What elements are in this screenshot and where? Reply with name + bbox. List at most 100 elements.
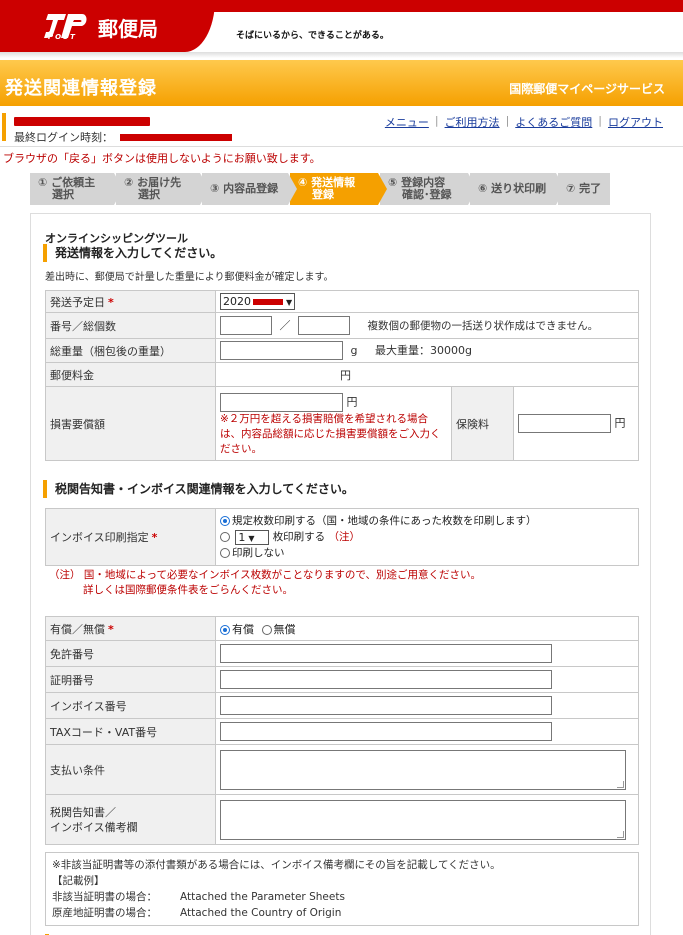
invoice-print-cell: 規定枚数印刷する（国・地域の条件にあった枚数を印刷します） 1 ▼ 枚印刷する （…: [215, 508, 639, 566]
invoice-caution-line2: 詳しくは国際郵便条件表をごらんください。: [83, 584, 293, 596]
example-intro: ※非該当証明書等の添付書類がある場合には、インボイス備考欄にその旨を記載してくだ…: [52, 859, 501, 871]
step-label-sub: 確認･登録: [402, 188, 452, 201]
shipping-description: 差出時に、郵便局で計量した重量により郵便料金が確定します。: [45, 272, 334, 283]
cert-cell: [215, 666, 639, 693]
damage-unit: 円: [346, 395, 358, 408]
top-nav-links: メニュー | ご利用方法 | よくあるご質問 | ログアウト: [379, 114, 669, 130]
form-panel: オンラインシッピングツール 発送情報を入力してください。 差出時に、郵便局で計量…: [30, 213, 651, 935]
logo-name: 郵便局: [98, 17, 158, 41]
ship-date-select[interactable]: 2020 ▼: [220, 293, 296, 310]
max-weight-note: 最大重量：30000g: [374, 343, 472, 357]
remarks-textarea[interactable]: [220, 799, 626, 840]
ship-date-cell: 2020 ▼: [215, 290, 639, 313]
paid-label: 有償／無償 *: [45, 616, 216, 641]
weight-unit: g: [350, 343, 358, 357]
step-recipient: ② お届け先 選択: [116, 173, 209, 205]
print-count-note: （注）: [328, 531, 361, 543]
step-contents: ③ 内容品登録: [202, 173, 297, 205]
invoice-details-table: 有償／無償 * 有償 無償 免許番号 証明番号 インボイス番号 TAXコード・VA…: [45, 616, 639, 845]
page-title-bar: 発送関連情報登録 国際郵便マイページサービス: [0, 60, 683, 106]
count-separator: ／: [279, 318, 291, 332]
cert-number-input[interactable]: [220, 670, 552, 689]
redacted-username: [14, 117, 150, 126]
chevron-down-icon: ▼: [286, 298, 293, 307]
remarks-label: 税関告知書／ インボイス備考欄: [45, 794, 216, 845]
usage-guide-link[interactable]: ご利用方法: [439, 114, 506, 130]
total-count-input[interactable]: [298, 316, 350, 335]
shipping-section-heading: 発送情報を入力してください。: [43, 244, 222, 262]
invoice-section-heading: 税関告知書・インボイス関連情報を入力してください。: [43, 480, 354, 498]
free-option[interactable]: 無償: [261, 623, 296, 636]
cert-label: 証明番号: [45, 666, 216, 693]
radio-selected-icon[interactable]: [220, 516, 230, 526]
radio-selected-icon[interactable]: [220, 624, 230, 635]
redacted-date: [253, 299, 283, 305]
postage-unit: 円: [340, 368, 351, 382]
back-button-notice: ブラウザの「戻る」ボタンは使用しないようにお願い致します。: [3, 152, 321, 165]
step-label: ④ 発送情報: [298, 176, 356, 189]
step-label: ③ 内容品登録: [210, 182, 279, 195]
invoice-number-label: インボイス番号: [45, 692, 216, 719]
step-complete: ⑦ 完了: [558, 173, 610, 205]
shipping-form-table: 発送予定日 * 2020 ▼ 番号／総個数 ／ 複数個の郵便物の一括送り状作成はでき…: [45, 290, 639, 461]
tax-code-label: TAXコード・VAT番号: [45, 718, 216, 745]
tax-code-cell: [215, 718, 639, 745]
damage-amount-input[interactable]: [220, 392, 343, 412]
license-label: 免許番号: [45, 640, 216, 667]
ship-date-label: 発送予定日 *: [45, 290, 216, 313]
step-label-sub: 選択: [138, 188, 160, 201]
invoice-number-cell: [215, 692, 639, 719]
japan-post-logo[interactable]: POST 郵便局: [0, 0, 215, 52]
step-label: ⑦ 完了: [566, 182, 602, 195]
weight-label: 総重量（梱包後の重量）: [45, 338, 216, 363]
invoice-caution-line1: （注） 国・地域によって必要なインボイス枚数がことなりますので、別途ご用意くださ…: [49, 569, 481, 581]
logout-link[interactable]: ログアウト: [602, 114, 669, 130]
remarks-example-box: ※非該当証明書等の添付書類がある場合には、インボイス備考欄にその旨を記載してくだ…: [45, 852, 639, 926]
tax-code-input[interactable]: [220, 722, 552, 741]
step-label-sub: 登録: [312, 188, 334, 201]
package-number-input[interactable]: [220, 316, 272, 335]
weight-input[interactable]: [220, 341, 343, 360]
invoice-number-input[interactable]: [220, 696, 552, 715]
print-count-option[interactable]: 1 ▼ 枚印刷する （注）: [220, 529, 634, 545]
step-label: ⑥ 送り状印刷: [478, 182, 547, 195]
step-confirm: ⑤ 登録内容 確認･登録: [380, 173, 477, 205]
step-print-label: ⑥ 送り状印刷: [470, 173, 565, 205]
print-count-select[interactable]: 1 ▼: [235, 529, 270, 545]
payment-terms-textarea[interactable]: [220, 749, 626, 790]
faq-link[interactable]: よくあるご質問: [509, 114, 598, 130]
tagline: そばにいるから、できることがある。: [236, 31, 389, 41]
invoice-print-table: インボイス印刷指定 * 規定枚数印刷する（国・地域の条件にあった枚数を印刷します）…: [45, 508, 639, 566]
payment-terms-label: 支払い条件: [45, 744, 216, 795]
redacted-login-time: [120, 134, 232, 141]
radio-icon[interactable]: [220, 548, 230, 558]
step-shipping-info: ④ 発送情報 登録: [290, 173, 387, 205]
progress-steps: ① ご依頼主 選択 ② お届け先 選択 ③ 内容品登録 ④ 発送情報 登録 ⑤ 登録内…: [30, 173, 612, 205]
license-number-input[interactable]: [220, 644, 552, 663]
weight-cell: g 最大重量：30000g: [215, 338, 639, 363]
radio-icon[interactable]: [220, 532, 230, 542]
paid-option[interactable]: 有償: [220, 623, 254, 636]
example-title: 【記載例】: [52, 875, 105, 887]
user-bar: 最終ログイン時刻： メニュー | ご利用方法 | よくあるご質問 | ログアウト: [0, 110, 683, 147]
invoice-print-label: インボイス印刷指定 *: [45, 508, 216, 566]
no-print-option[interactable]: 印刷しない: [220, 545, 634, 561]
insurance-cell: 円: [513, 386, 639, 461]
example-row: 原産地証明書の場合： Attached the Country of Origin: [52, 907, 342, 919]
radio-icon[interactable]: [261, 624, 272, 635]
count-cell: ／ 複数個の郵便物の一括送り状作成はできません。: [215, 312, 639, 339]
damage-note: ※２万円を超える損害賠償を希望される場合は、内容品総額に応じた損害要償額をご入力…: [220, 412, 441, 455]
insurance-input[interactable]: [518, 414, 611, 433]
header-shadow: [0, 52, 683, 58]
damage-cell: 円 ※２万円を超える損害賠償を希望される場合は、内容品総額に応じた損害要償額をご…: [215, 386, 452, 461]
print-default-option[interactable]: 規定枚数印刷する（国・地域の条件にあった枚数を印刷します）: [220, 513, 634, 529]
step-label-sub: 選択: [52, 188, 74, 201]
postage-cell: 円: [215, 362, 639, 387]
license-cell: [215, 640, 639, 667]
insurance-unit: 円: [614, 416, 626, 430]
menu-link[interactable]: メニュー: [379, 114, 435, 130]
count-note: 複数個の郵便物の一括送り状作成はできません。: [367, 319, 599, 332]
paid-cell: 有償 無償: [215, 616, 639, 641]
page-title: 発送関連情報登録: [5, 78, 157, 99]
site-header: POST 郵便局 そばにいるから、できることがある。: [0, 0, 683, 58]
